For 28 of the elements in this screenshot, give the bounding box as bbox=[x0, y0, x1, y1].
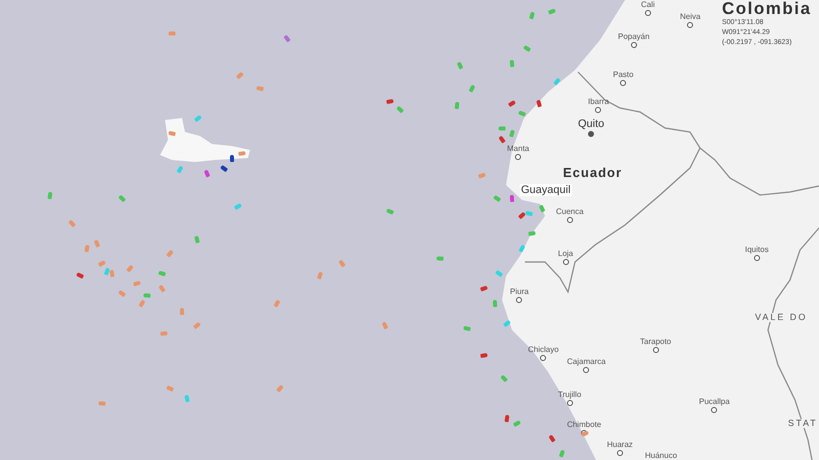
city-label: Quito bbox=[578, 118, 604, 130]
city-label: Iquitos bbox=[745, 245, 769, 254]
city-label: Cuenca bbox=[556, 207, 584, 216]
ship-icon[interactable] bbox=[220, 164, 228, 172]
city-label: Manta bbox=[507, 144, 530, 153]
city-label: Pasto bbox=[613, 70, 634, 79]
city-label: Trujillo bbox=[558, 390, 582, 399]
city-label: Popayán bbox=[618, 32, 650, 41]
city-label: Ibarra bbox=[588, 97, 609, 106]
country-label: Ecuador bbox=[563, 166, 622, 180]
city-label: Guayaquil bbox=[520, 184, 572, 196]
city-label: Huánuco bbox=[645, 451, 678, 460]
city-label: Tarapoto bbox=[640, 337, 672, 346]
city-label: Huaraz bbox=[607, 440, 633, 449]
city-label: Piura bbox=[510, 287, 529, 296]
ship-icon[interactable] bbox=[536, 100, 542, 108]
city-label: Neiva bbox=[680, 12, 700, 21]
city-label: Pucallpa bbox=[699, 397, 730, 406]
city-label: Chimbote bbox=[567, 420, 602, 429]
city-label: Chiclayo bbox=[528, 345, 559, 354]
city-label: Cajamarca bbox=[567, 357, 606, 366]
region-label: VALE DO bbox=[755, 313, 808, 322]
city-label: Loja bbox=[558, 249, 574, 258]
region-label: STAT bbox=[788, 419, 818, 428]
ship-icon[interactable] bbox=[581, 430, 589, 436]
city-label: Cali bbox=[641, 0, 655, 9]
ship-icon[interactable] bbox=[230, 154, 234, 162]
country-label: Colombia bbox=[722, 0, 812, 18]
